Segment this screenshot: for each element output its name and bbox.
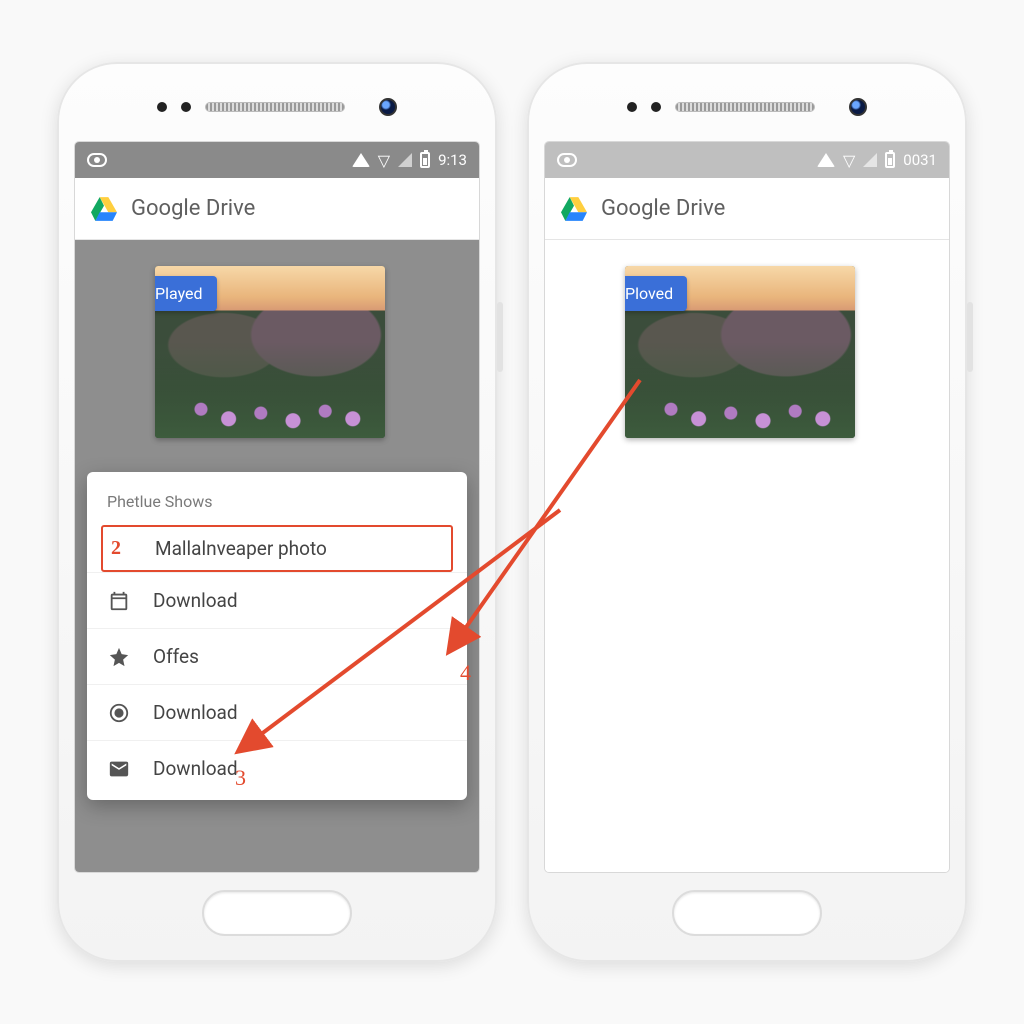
app-title: Google Drive <box>131 196 255 221</box>
file-thumbnail[interactable]: Ploved <box>625 266 855 438</box>
bottom-sheet: Phetlue Shows 2 Mallalnveaper photo Down… <box>87 472 467 800</box>
sheet-item-download-1[interactable]: Download <box>87 572 467 628</box>
signal-icon <box>863 153 877 167</box>
status-time: 0031 <box>903 151 937 169</box>
star-icon <box>107 646 131 668</box>
sheet-item-download-3[interactable]: Download <box>87 740 467 796</box>
sheet-item-label: Offes <box>153 645 199 668</box>
battery-icon <box>420 152 430 168</box>
status-bar: ▽ 0031 <box>545 142 949 178</box>
thumbnail-badge: Played <box>155 276 217 311</box>
sheet-item-offers[interactable]: Offes <box>87 628 467 684</box>
sheet-item-label: Download <box>153 757 238 780</box>
phone-left: ▽ 9:13 Google Drive Played <box>57 62 497 962</box>
status-time: 9:13 <box>438 151 467 169</box>
sheet-item-wallpaper[interactable]: 2 Mallalnveaper photo <box>101 525 453 572</box>
visibility-icon <box>557 153 577 167</box>
front-camera-icon <box>379 98 397 116</box>
drive-logo-icon <box>561 197 587 221</box>
calendar-icon <box>107 590 131 612</box>
screen-left: ▽ 9:13 Google Drive Played <box>75 142 479 872</box>
sheet-title: Phetlue Shows <box>87 486 467 525</box>
battery-icon <box>885 152 895 168</box>
wifi-outline-icon: ▽ <box>378 151 390 170</box>
mail-icon <box>107 758 131 780</box>
sheet-item-download-2[interactable]: Download <box>87 684 467 740</box>
wifi-outline-icon: ▽ <box>843 151 855 170</box>
signal-icon <box>398 153 412 167</box>
status-bar: ▽ 9:13 <box>75 142 479 178</box>
front-camera-icon <box>849 98 867 116</box>
phone-earpiece <box>57 98 497 116</box>
wifi-icon <box>817 153 835 167</box>
screen-right: ▽ 0031 Google Drive Ploved <box>545 142 949 872</box>
app-bar: Google Drive <box>545 178 949 240</box>
sheet-item-label: Download <box>153 589 238 612</box>
app-title: Google Drive <box>601 196 725 221</box>
app-bar: Google Drive <box>75 178 479 240</box>
home-button[interactable] <box>672 890 822 936</box>
target-icon <box>107 702 131 724</box>
phone-earpiece <box>527 98 967 116</box>
visibility-icon <box>87 153 107 167</box>
phone-right: ▽ 0031 Google Drive Ploved <box>527 62 967 962</box>
home-button[interactable] <box>202 890 352 936</box>
sheet-item-label: Mallalnveaper photo <box>155 537 327 560</box>
content-area: Ploved <box>545 240 949 872</box>
wifi-icon <box>352 153 370 167</box>
annotation-number-2: 2 <box>111 537 133 560</box>
content-area: Played Phetlue Shows 2 Mallalnveaper pho… <box>75 240 479 872</box>
file-thumbnail[interactable]: Played <box>155 266 385 438</box>
thumbnail-badge: Ploved <box>625 276 687 311</box>
drive-logo-icon <box>91 197 117 221</box>
sheet-item-label: Download <box>153 701 238 724</box>
